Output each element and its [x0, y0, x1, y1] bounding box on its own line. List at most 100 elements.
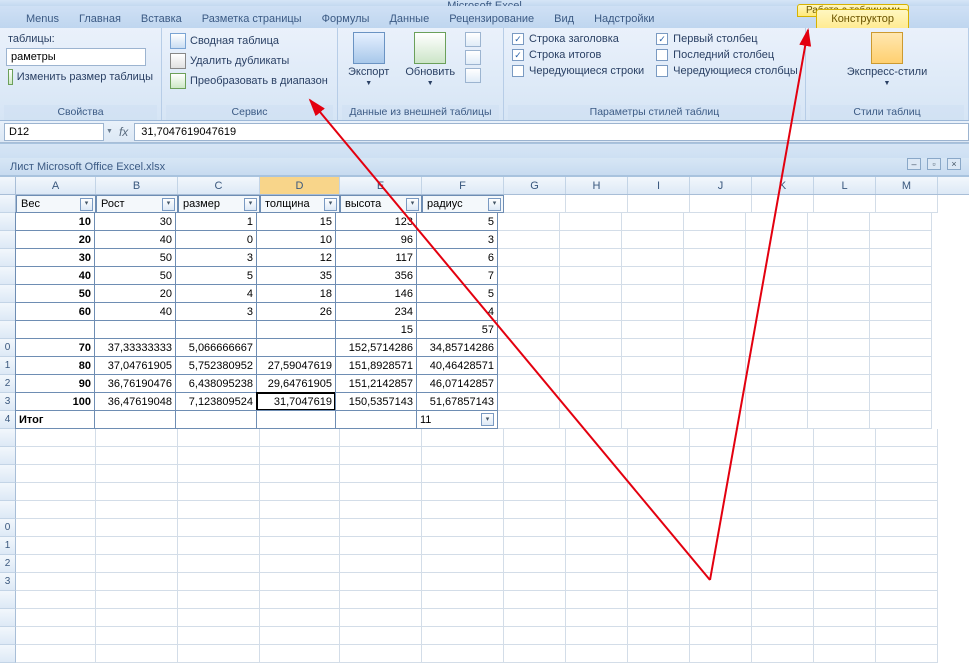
cell[interactable]: [752, 591, 814, 609]
cell[interactable]: [260, 627, 340, 645]
cell[interactable]: [16, 627, 96, 645]
cell[interactable]: 10: [256, 230, 336, 249]
cell[interactable]: [504, 591, 566, 609]
cell[interactable]: [684, 213, 746, 231]
cell[interactable]: [504, 195, 566, 213]
cell[interactable]: [814, 195, 876, 213]
mini-btn-2[interactable]: [465, 50, 481, 65]
total-dropdown[interactable]: ▾: [481, 413, 494, 426]
cell[interactable]: 35: [256, 266, 336, 285]
cell[interactable]: [498, 303, 560, 321]
cell[interactable]: [504, 555, 566, 573]
cell[interactable]: [870, 213, 932, 231]
remove-duplicates-button[interactable]: Удалить дубликаты: [166, 52, 332, 70]
cell[interactable]: 40: [94, 230, 176, 249]
cell[interactable]: [870, 231, 932, 249]
cell[interactable]: [566, 537, 628, 555]
cell[interactable]: [96, 447, 178, 465]
row-header[interactable]: [0, 447, 16, 465]
cell[interactable]: [690, 591, 752, 609]
cell[interactable]: [876, 519, 938, 537]
cell[interactable]: 117: [335, 248, 417, 267]
cell[interactable]: [870, 267, 932, 285]
cell[interactable]: [746, 375, 808, 393]
row-header[interactable]: 2: [0, 375, 16, 393]
cell[interactable]: [498, 267, 560, 285]
cell[interactable]: [876, 465, 938, 483]
filter-button[interactable]: ▾: [80, 198, 93, 211]
cell[interactable]: [560, 249, 622, 267]
cell[interactable]: 6,438095238: [175, 374, 257, 393]
cell[interactable]: [566, 501, 628, 519]
cell[interactable]: [178, 627, 260, 645]
cell[interactable]: Итог: [15, 410, 95, 429]
cell[interactable]: [178, 483, 260, 501]
cell[interactable]: 15: [256, 212, 336, 231]
cell[interactable]: [560, 411, 622, 429]
cell[interactable]: 46,07142857: [416, 374, 498, 393]
cell[interactable]: [560, 375, 622, 393]
name-box[interactable]: [4, 123, 104, 141]
tab-view[interactable]: Вид: [544, 10, 584, 28]
col-header-F[interactable]: F: [422, 177, 504, 194]
cell[interactable]: [566, 609, 628, 627]
cell[interactable]: [175, 410, 257, 429]
cell[interactable]: [690, 627, 752, 645]
col-header-C[interactable]: C: [178, 177, 260, 194]
cell[interactable]: [876, 573, 938, 591]
cell[interactable]: [746, 231, 808, 249]
cell[interactable]: 30: [15, 248, 95, 267]
mini-btn-1[interactable]: [465, 32, 481, 47]
cell[interactable]: [178, 555, 260, 573]
cell[interactable]: [752, 519, 814, 537]
cell[interactable]: [178, 573, 260, 591]
cell[interactable]: [684, 393, 746, 411]
cell[interactable]: 10: [15, 212, 95, 231]
cell[interactable]: [16, 465, 96, 483]
cell[interactable]: [752, 429, 814, 447]
row-header[interactable]: 0: [0, 519, 16, 537]
cell[interactable]: [622, 303, 684, 321]
cell[interactable]: [814, 465, 876, 483]
cell[interactable]: [96, 519, 178, 537]
cell[interactable]: [96, 429, 178, 447]
cell[interactable]: [746, 303, 808, 321]
cell[interactable]: [628, 447, 690, 465]
cell[interactable]: 3: [175, 248, 257, 267]
cell[interactable]: [178, 429, 260, 447]
cell[interactable]: [814, 555, 876, 573]
cell[interactable]: [178, 645, 260, 663]
row-header[interactable]: 1: [0, 537, 16, 555]
cell[interactable]: [256, 320, 336, 339]
cell[interactable]: [260, 429, 340, 447]
cell[interactable]: [178, 591, 260, 609]
chk-banded-rows[interactable]: Чередующиеся строки: [508, 64, 648, 78]
cell[interactable]: [422, 537, 504, 555]
cell[interactable]: 3: [175, 302, 257, 321]
cell[interactable]: [96, 627, 178, 645]
tab-home[interactable]: Главная: [69, 10, 131, 28]
tab-data[interactable]: Данные: [379, 10, 439, 28]
col-header-L[interactable]: L: [814, 177, 876, 194]
cell[interactable]: [175, 320, 257, 339]
cell[interactable]: [340, 591, 422, 609]
row-header[interactable]: 3: [0, 393, 16, 411]
maximize-button[interactable]: ▫: [927, 158, 941, 170]
row-header[interactable]: [0, 195, 16, 213]
filter-button[interactable]: ▾: [406, 198, 419, 211]
cell[interactable]: [752, 537, 814, 555]
cell[interactable]: 150,5357143: [335, 392, 417, 411]
cell[interactable]: [808, 393, 870, 411]
cell[interactable]: [814, 591, 876, 609]
cell[interactable]: [566, 573, 628, 591]
cell[interactable]: 36,47619048: [94, 392, 176, 411]
minimize-button[interactable]: –: [907, 158, 921, 170]
cell[interactable]: [814, 519, 876, 537]
export-button[interactable]: Экспорт ▼: [342, 30, 395, 87]
row-header[interactable]: 4: [0, 411, 16, 429]
cell[interactable]: [96, 591, 178, 609]
mini-btn-3[interactable]: [465, 68, 481, 83]
row-header[interactable]: [0, 429, 16, 447]
cell[interactable]: [178, 537, 260, 555]
cell[interactable]: [566, 447, 628, 465]
